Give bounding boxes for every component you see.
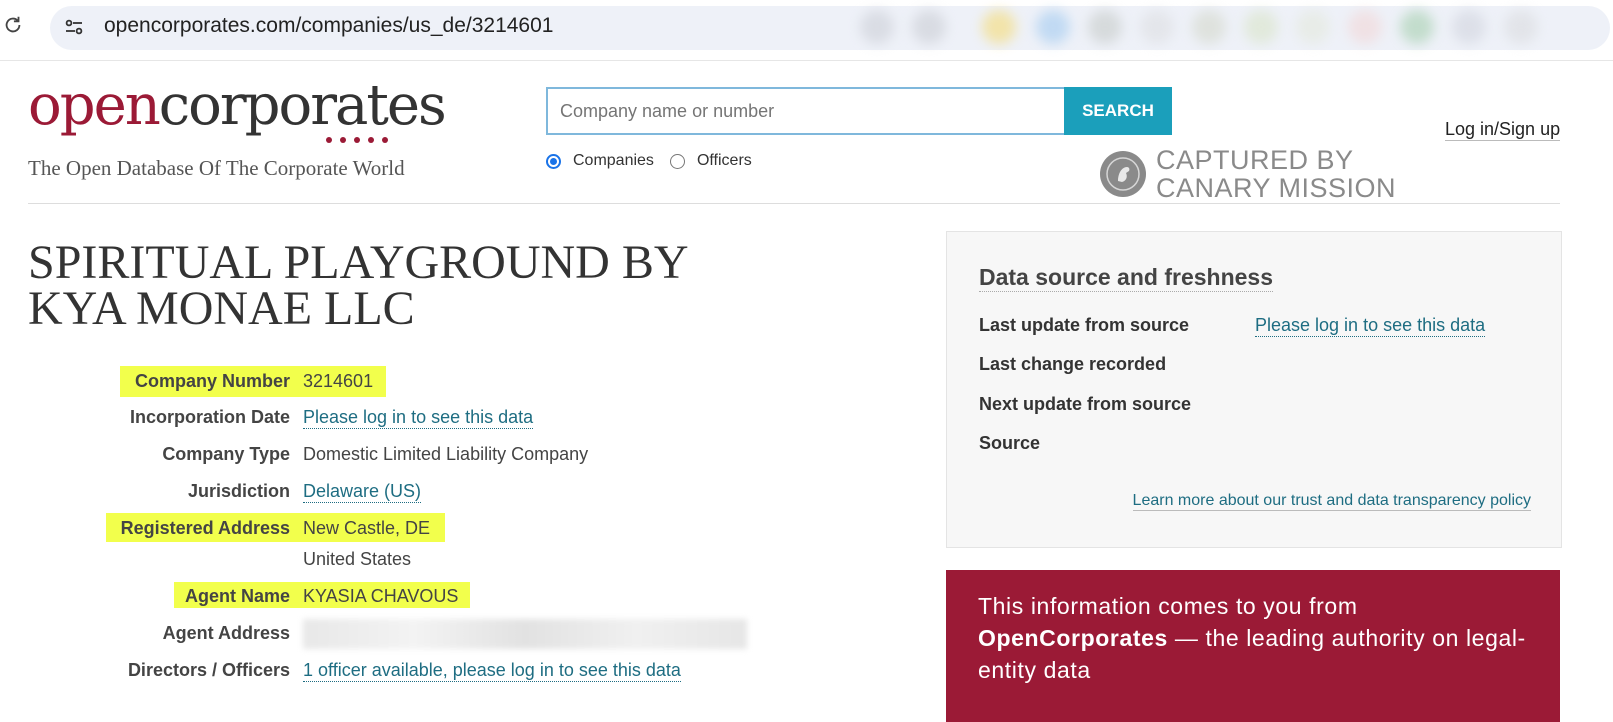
extension-icon[interactable] <box>1348 10 1382 44</box>
header-divider <box>28 203 1560 204</box>
site-tagline: The Open Database Of The Corporate World <box>28 156 405 180</box>
reload-icon[interactable] <box>2 14 24 36</box>
panel-title: Data source and freshness <box>979 264 1274 292</box>
company-number-value: 3214601 <box>303 371 374 391</box>
company-name-heading: SPIRITUAL PLAYGROUND BY KYA MONAE LLC <box>28 236 687 335</box>
extension-icon[interactable] <box>1192 10 1226 44</box>
extension-icon[interactable] <box>1088 10 1122 44</box>
promo-prefix: This information comes to you from <box>978 593 1358 619</box>
extension-icon[interactable] <box>982 10 1016 44</box>
search-button[interactable]: SEARCH <box>1064 87 1172 135</box>
opencorporates-logo[interactable]: opencorporates <box>28 78 447 134</box>
attribute-label: Company Type <box>162 444 290 464</box>
attribute-label: Jurisdiction <box>187 481 290 501</box>
panel-label-last-change: Last change recorded <box>979 354 1167 374</box>
companies-radio[interactable] <box>546 153 561 169</box>
promo-brand: OpenCorporates <box>978 625 1168 651</box>
canary-line-1: CAPTURED BY <box>1156 145 1354 175</box>
registered-address-line-2: United States <box>303 549 412 569</box>
agent-address-redacted <box>303 619 747 649</box>
companies-radio-label[interactable]: Companies <box>573 152 654 170</box>
extension-icon[interactable] <box>1452 10 1486 44</box>
promo-text: This information comes to you from OpenC… <box>978 590 1538 686</box>
canary-mission-watermark: CAPTURED BY CANARY MISSION <box>1100 146 1396 202</box>
canary-line-2: CANARY MISSION <box>1156 173 1397 203</box>
officers-radio-label[interactable]: Officers <box>697 152 752 170</box>
attribute-label: Incorporation Date <box>129 407 290 427</box>
panel-label-next-update: Next update from source <box>979 394 1192 414</box>
attribute-label: Company Number <box>134 371 290 391</box>
attribute-label: Agent Address <box>162 623 290 643</box>
officers-login-link[interactable]: 1 officer available, please log in to se… <box>303 660 681 682</box>
promo-banner: This information comes to you from OpenC… <box>946 570 1560 722</box>
extension-icon[interactable] <box>1400 10 1434 44</box>
attribute-label: Directors / Officers <box>127 660 290 680</box>
url-text[interactable]: opencorporates.com/companies/us_de/32146… <box>104 14 553 38</box>
extension-icon[interactable] <box>1140 10 1174 44</box>
logo-corporates-text: corporates <box>158 73 447 138</box>
logo-dots-decoration <box>326 130 396 148</box>
data-source-panel: Data source and freshness Last update fr… <box>946 231 1562 548</box>
attribute-label: Registered Address <box>120 518 290 538</box>
agent-name-value: KYASIA CHAVOUS <box>303 586 459 606</box>
extension-icon[interactable] <box>1296 10 1330 44</box>
extension-icon[interactable] <box>860 10 894 44</box>
search-input[interactable] <box>546 87 1074 135</box>
panel-label-last-update: Last update from source <box>979 315 1190 335</box>
incorporation-date-login-link[interactable]: Please log in to see this data <box>303 407 534 429</box>
search-type-options: Companies Officers <box>546 152 768 170</box>
attribute-label: Agent Name <box>184 586 290 606</box>
canary-bird-icon <box>1100 151 1146 197</box>
logo-open-text: open <box>28 73 161 138</box>
transparency-policy-link[interactable]: Learn more about our trust and data tran… <box>1132 492 1531 511</box>
extension-icon[interactable] <box>912 10 946 44</box>
browser-toolbar: opencorporates.com/companies/us_de/32146… <box>0 0 1613 61</box>
officers-radio[interactable] <box>669 153 685 169</box>
jurisdiction-link[interactable]: Delaware (US) <box>303 481 422 503</box>
panel-label-source: Source <box>979 433 1041 453</box>
site-info-icon[interactable] <box>62 15 86 39</box>
login-signup-link[interactable]: Log in/Sign up <box>1445 119 1561 141</box>
last-update-login-link[interactable]: Please log in to see this data <box>1255 315 1486 337</box>
extension-icon[interactable] <box>1036 10 1070 44</box>
company-type-value: Domestic Limited Liability Company <box>303 444 589 464</box>
extension-icon[interactable] <box>1504 10 1538 44</box>
registered-address-line-1: New Castle, DE <box>303 518 431 538</box>
extension-icon[interactable] <box>1244 10 1278 44</box>
search-form: SEARCH <box>546 87 1172 135</box>
